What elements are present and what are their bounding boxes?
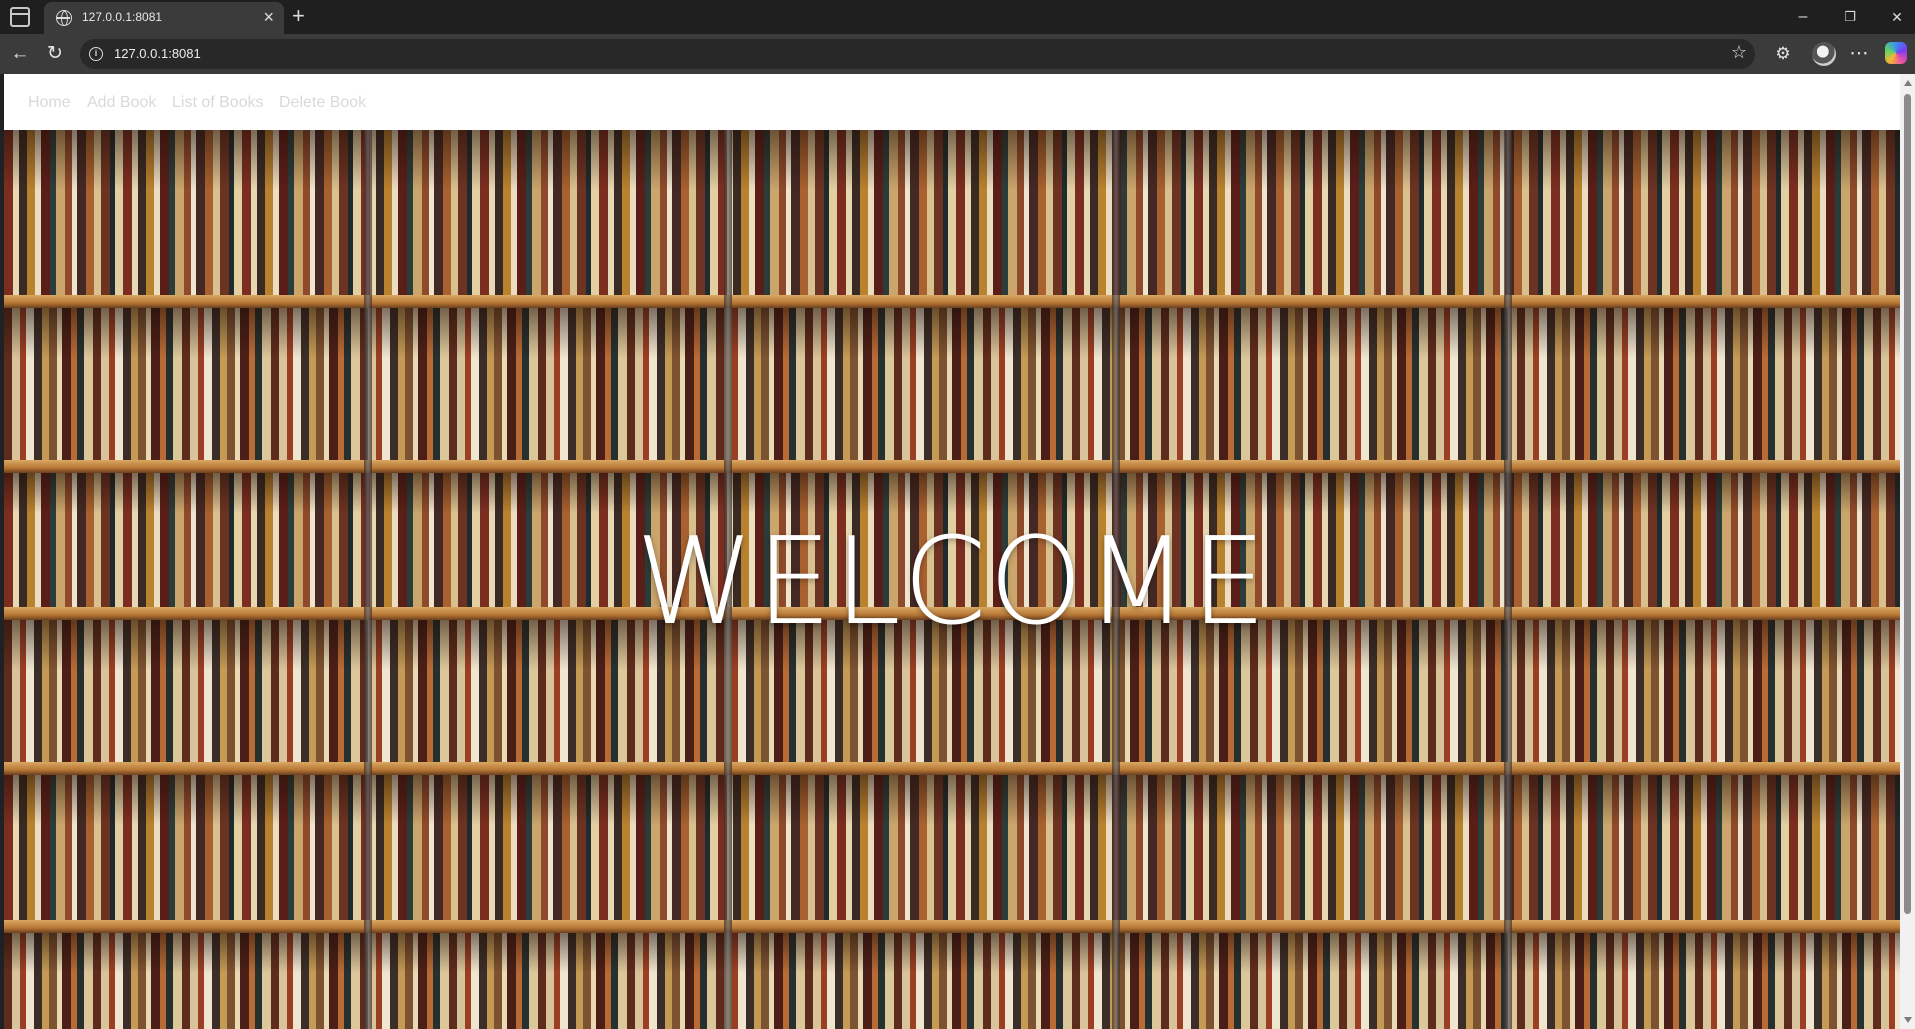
page-scrollbar[interactable] xyxy=(1900,74,1915,1029)
info-icon[interactable]: i xyxy=(89,47,103,61)
site-navbar: Home Add Book List of Books Delete Book xyxy=(4,74,1900,130)
favorite-star-icon[interactable]: ☆ xyxy=(1731,42,1747,63)
tab-actions-icon[interactable] xyxy=(10,7,30,27)
nav-link-list-of-books[interactable]: List of Books xyxy=(172,94,264,112)
nav-link-home[interactable]: Home xyxy=(28,94,71,112)
minimize-button[interactable]: – xyxy=(1783,4,1823,30)
profile-avatar[interactable] xyxy=(1812,42,1836,66)
nav-link-add-book[interactable]: Add Book xyxy=(87,94,156,112)
close-window-button[interactable]: ✕ xyxy=(1877,4,1915,30)
extensions-icon[interactable]: ⚙ xyxy=(1770,41,1796,67)
url-text[interactable]: 127.0.0.1:8081 xyxy=(114,46,201,61)
page-viewport: Home Add Book List of Books Delete Book xyxy=(4,74,1900,1029)
globe-icon xyxy=(56,10,72,26)
scroll-up-icon[interactable] xyxy=(1904,80,1912,86)
browser-toolbar: ← ↻ i 127.0.0.1:8081 ☆ ⚙ ⋯ xyxy=(0,34,1915,74)
back-icon[interactable]: ← xyxy=(7,41,33,67)
copilot-icon[interactable] xyxy=(1885,42,1907,64)
restore-button[interactable]: ❐ xyxy=(1830,4,1870,30)
new-tab-button[interactable]: + xyxy=(292,2,305,30)
scroll-thumb[interactable] xyxy=(1904,94,1911,914)
address-bar[interactable]: i 127.0.0.1:8081 ☆ xyxy=(80,39,1755,69)
tab-title: 127.0.0.1:8081 xyxy=(82,10,163,24)
nav-link-delete-book[interactable]: Delete Book xyxy=(279,94,366,112)
hero-banner: WELCOME xyxy=(4,130,1900,1029)
scroll-down-icon[interactable] xyxy=(1904,1017,1912,1023)
reload-icon[interactable]: ↻ xyxy=(42,41,68,67)
welcome-heading: WELCOME xyxy=(635,513,1269,652)
close-tab-icon[interactable]: × xyxy=(263,8,274,26)
more-menu-icon[interactable]: ⋯ xyxy=(1846,41,1872,67)
browser-tab[interactable]: 127.0.0.1:8081 × xyxy=(44,2,284,34)
browser-tab-strip: 127.0.0.1:8081 × + – ❐ ✕ xyxy=(0,0,1915,34)
